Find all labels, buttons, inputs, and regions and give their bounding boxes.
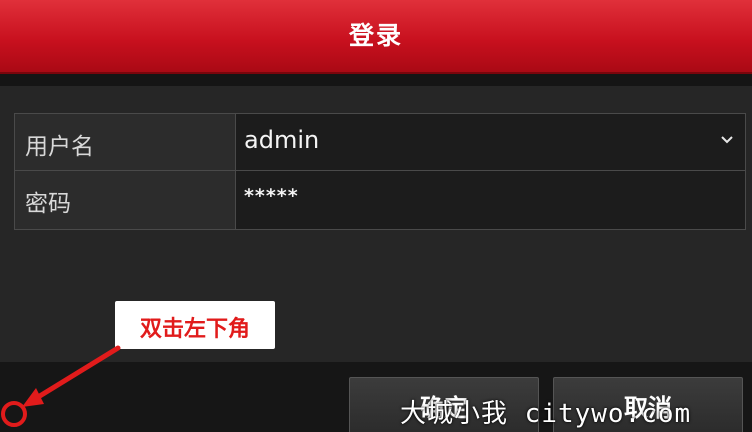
- username-value: admin: [244, 126, 320, 154]
- username-select[interactable]: admin: [236, 114, 745, 170]
- hint-callout: 双击左下角: [115, 301, 275, 349]
- password-row: 密码 *****: [15, 171, 745, 229]
- password-field[interactable]: *****: [236, 171, 745, 229]
- password-label: 密码: [25, 191, 71, 217]
- password-label-cell: 密码: [15, 171, 236, 229]
- username-label: 用户名: [25, 134, 94, 160]
- username-row: 用户名 admin: [15, 114, 745, 171]
- password-value: *****: [244, 185, 299, 207]
- login-dialog: 登录 用户名 admin 密码 ***** 确定 取消 双击左下角 大城小我 c…: [0, 0, 752, 432]
- username-label-cell: 用户名: [15, 114, 236, 170]
- hint-text: 双击左下角: [139, 317, 250, 342]
- circle-marker-icon[interactable]: [1, 401, 27, 427]
- title-bar: 登录: [0, 0, 752, 74]
- watermark: 大城小我 citywo.com: [400, 399, 692, 429]
- chevron-down-icon[interactable]: [719, 132, 735, 148]
- dialog-title: 登录: [348, 21, 403, 50]
- login-form: 用户名 admin 密码 *****: [14, 113, 746, 230]
- title-separator: [0, 74, 752, 86]
- arrow-icon: [1, 345, 121, 427]
